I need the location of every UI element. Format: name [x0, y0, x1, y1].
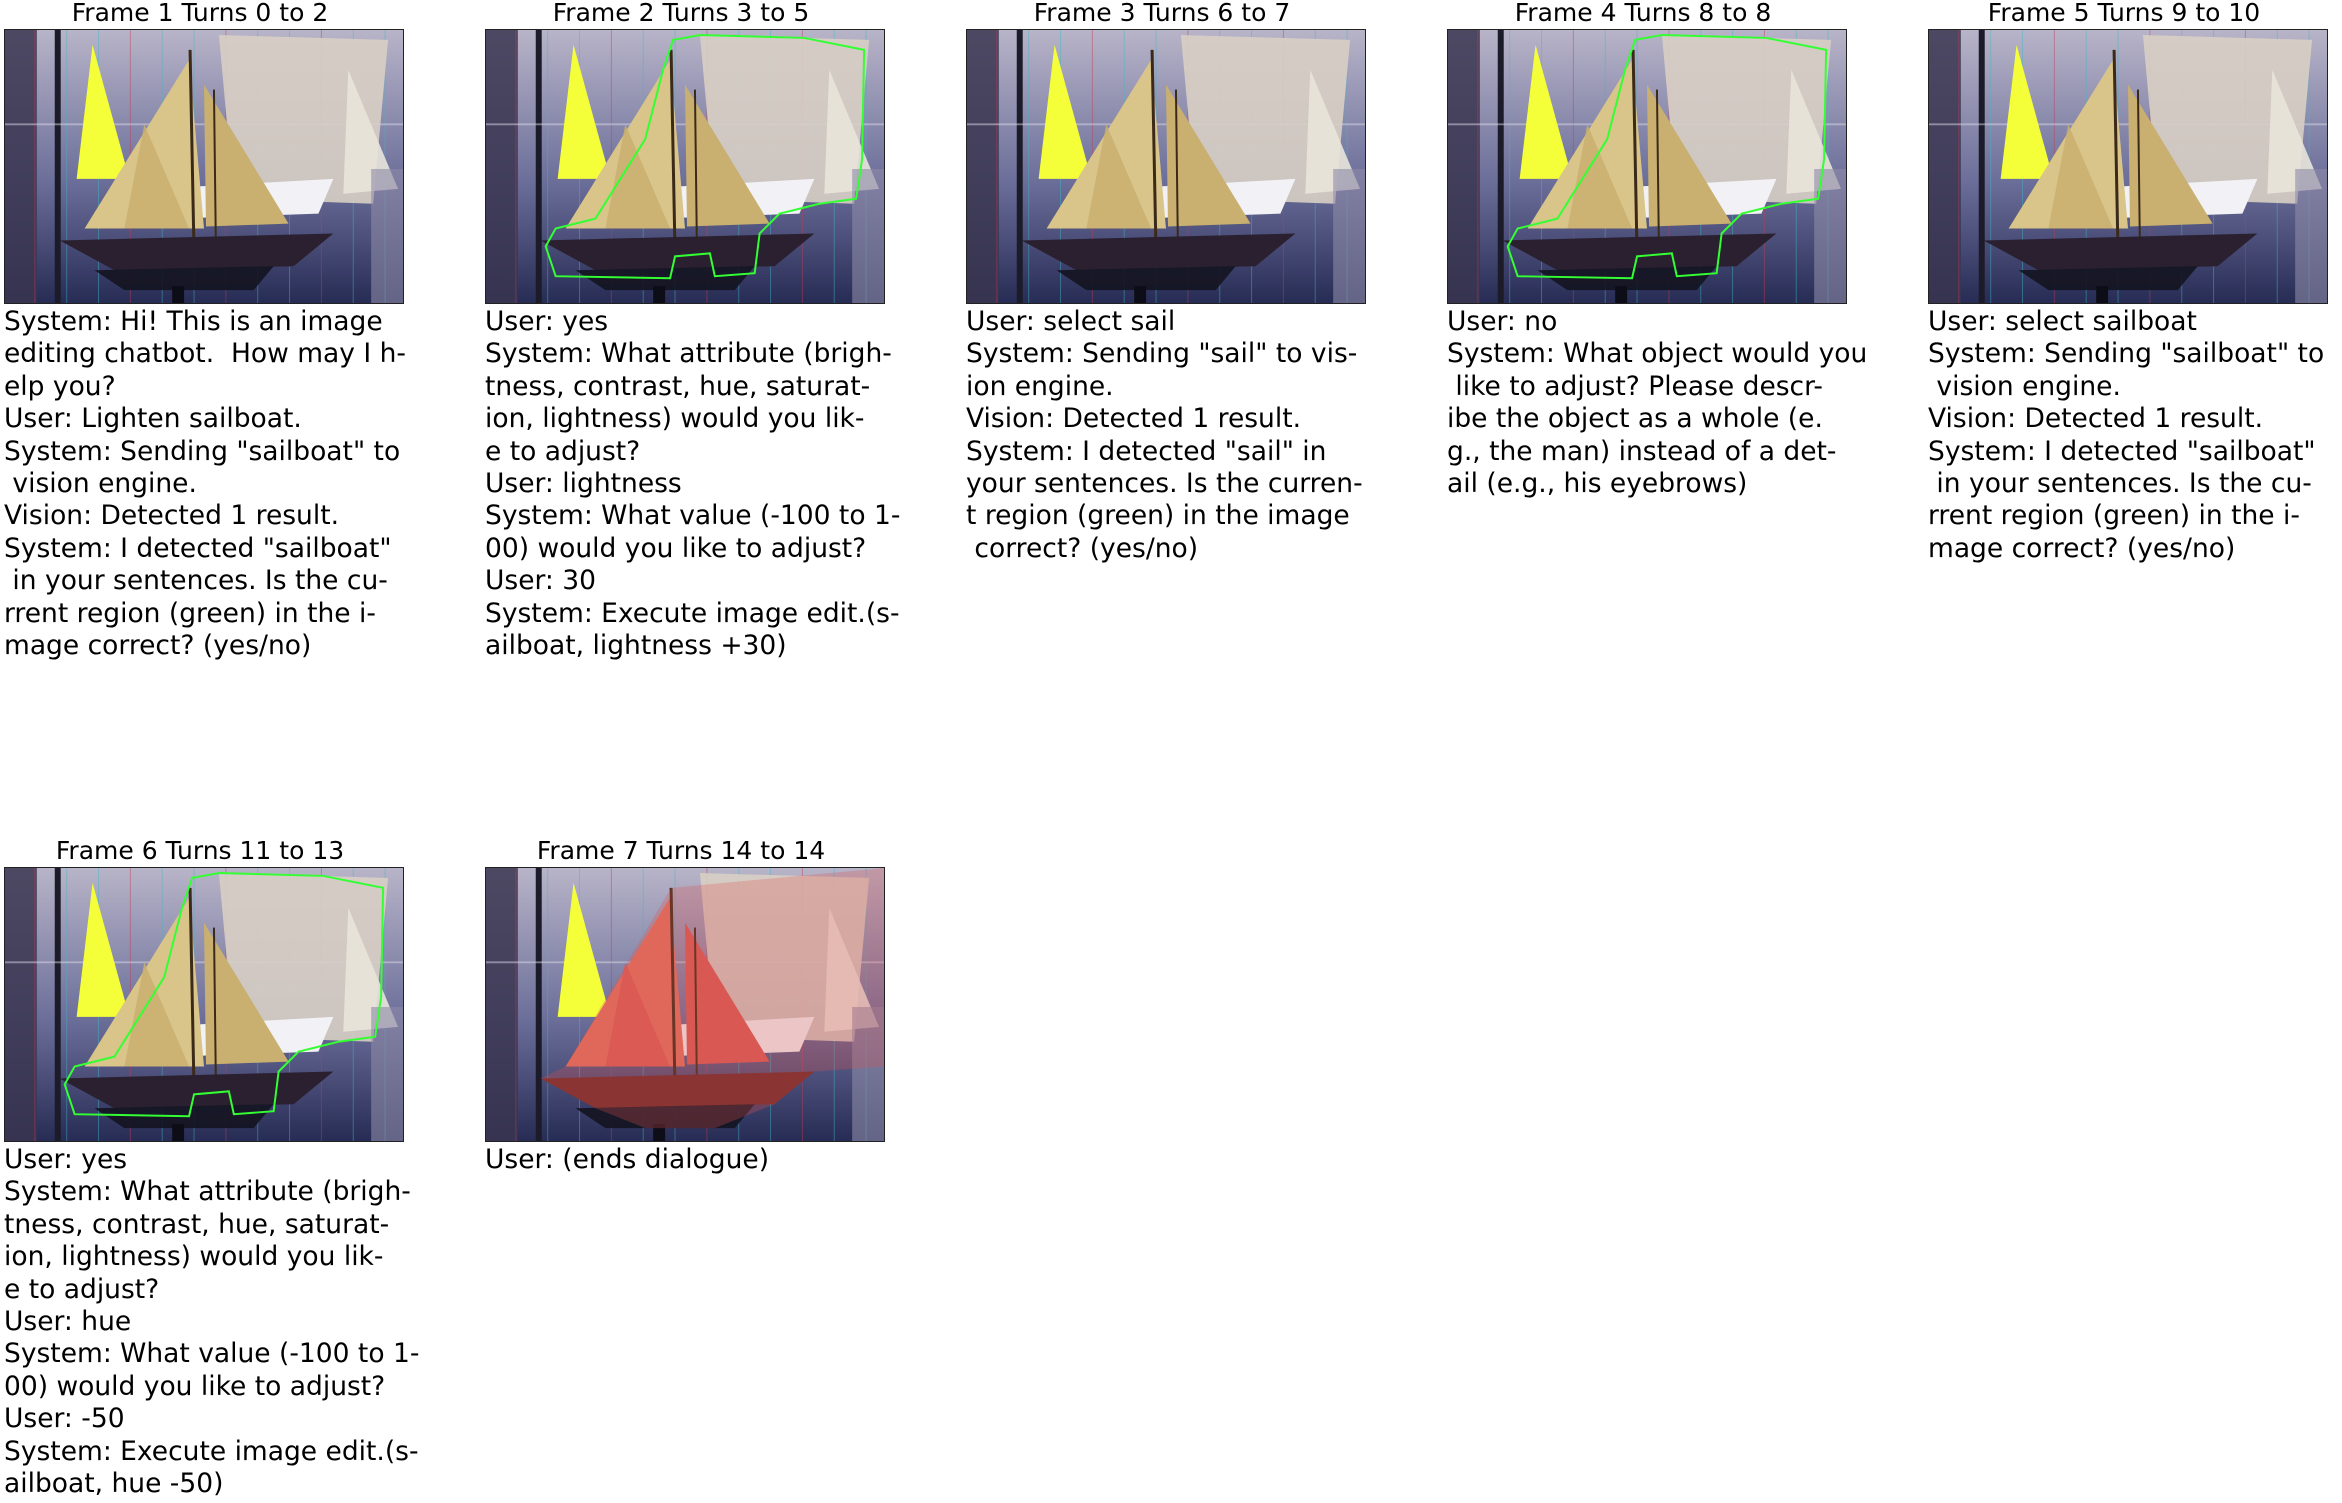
dialogue-line: ailboat, lightness +30) [485, 630, 787, 662]
dialogue-text: User: no System: What object would you li… [1447, 306, 1903, 500]
dialogue-line: User: no [1447, 306, 1558, 337]
dialogue-line: Vision: Detected 1 result. [4, 500, 340, 532]
dialogue-line: 00) would you like to adjust? [485, 532, 867, 564]
sailboat-image [1928, 29, 2328, 304]
dialogue-line: User: yes [4, 1144, 128, 1175]
dialogue-line: tness, contrast, hue, saturat- [485, 370, 871, 402]
dialogue-line: mage correct? (yes/no) [4, 630, 312, 662]
dialogue-line: User: hue [4, 1306, 132, 1338]
dialogue-line: rrent region (green) in the i- [4, 597, 376, 629]
dialogue-line: Vision: Detected 1 result. [1928, 403, 2264, 435]
dialogue-line: editing chatbot. How may I h- [4, 338, 406, 370]
dialogue-line: ail (e.g., his eyebrows) [1447, 468, 1748, 500]
dialogue-line: System: Sending "sailboat" to [1928, 338, 2325, 370]
dialogue-line: User: -50 [4, 1403, 125, 1435]
dialogue-line: System: Hi! This is an image [4, 306, 383, 337]
dialogue-line: in your sentences. Is the cu- [1928, 468, 2312, 500]
sailboat-scene [1929, 30, 2327, 303]
frame-title: Frame 7 Turns 14 to 14 [536, 836, 826, 865]
sailboat-image [4, 867, 404, 1142]
sailboat-image [4, 29, 404, 304]
dialogue-line: ibe the object as a whole (e. [1447, 403, 1823, 435]
dialogue-text: User: yes System: What attribute (brigh-t… [4, 1144, 460, 1500]
sailboat-scene [486, 30, 884, 303]
dialogue-line: User: lightness [485, 468, 682, 500]
dialogue-line: User: Lighten sailboat. [4, 403, 302, 435]
sailboat-scene [1448, 30, 1846, 303]
frame-1: Frame 1 Turns 0 to 2 System: Hi! This is… [0, 0, 460, 700]
dialogue-line: User: yes [485, 306, 609, 337]
dialogue-line: ailboat, hue -50) [4, 1468, 224, 1500]
sailboat-image [485, 867, 885, 1142]
frame-6: Frame 6 Turns 11 to 13 User: yes System: … [0, 838, 460, 1503]
frame-5: Frame 5 Turns 9 to 10 User: select sailb… [1924, 0, 2342, 700]
dialogue-line: User: select sail [966, 306, 1176, 337]
dialogue-line: System: What attribute (brigh- [485, 338, 892, 370]
dialogue-text: User: yes System: What attribute (brigh-t… [485, 306, 941, 662]
dialogue-line: g., the man) instead of a det- [1447, 435, 1837, 467]
dialogue-text: User: (ends dialogue) [485, 1144, 941, 1176]
dialogue-line: User: (ends dialogue) [485, 1144, 770, 1175]
dialogue-line: System: Execute image edit.(s- [485, 597, 900, 629]
dialogue-line: ion, lightness) would you lik- [485, 403, 865, 435]
sailboat-image [485, 29, 885, 304]
frame-title: Frame 1 Turns 0 to 2 [71, 0, 329, 27]
dialogue-line: rrent region (green) in the i- [1928, 500, 2300, 532]
dialogue-line: System: I detected "sail" in [966, 435, 1327, 467]
dialogue-line: System: What value (-100 to 1- [4, 1338, 420, 1370]
dialogue-line: User: select sailboat [1928, 306, 2197, 337]
dialogue-text: System: Hi! This is an image editing chat… [4, 306, 460, 662]
dialogue-line: vision engine. [1928, 370, 2121, 402]
frame-4: Frame 4 Turns 8 to 8 User: no System: Wha… [1443, 0, 1903, 700]
frame-title: Frame 2 Turns 3 to 5 [552, 0, 810, 27]
dialogue-line: System: Execute image edit.(s- [4, 1435, 419, 1467]
dialogue-line: Vision: Detected 1 result. [966, 403, 1302, 435]
dialogue-line: e to adjust? [485, 435, 641, 467]
frame-title: Frame 6 Turns 11 to 13 [55, 836, 345, 865]
dialogue-line: elp you? [4, 370, 116, 402]
dialogue-line: in your sentences. Is the cu- [4, 565, 388, 597]
sailboat-scene [967, 30, 1365, 303]
dialogue-text: User: select sailboat System: Sending "sa… [1928, 306, 2342, 565]
dialogue-line: correct? (yes/no) [966, 532, 1199, 564]
dialogue-line: your sentences. Is the curren- [966, 468, 1363, 500]
dialogue-line: vision engine. [4, 468, 197, 500]
frame-title: Frame 4 Turns 8 to 8 [1514, 0, 1772, 27]
dialogue-text: User: select sail System: Sending "sail" … [966, 306, 1422, 565]
dialogue-line: System: I detected "sailboat" [4, 532, 392, 564]
sailboat-image [1447, 29, 1847, 304]
sailboat-image [966, 29, 1366, 304]
sailboat-scene [486, 868, 884, 1141]
dialogue-line: like to adjust? Please descr- [1447, 370, 1823, 402]
sailboat-scene [5, 30, 403, 303]
frame-3: Frame 3 Turns 6 to 7 User: select sail Sy… [962, 0, 1422, 700]
dialogue-line: tness, contrast, hue, saturat- [4, 1208, 390, 1240]
dialogue-line: System: I detected "sailboat" [1928, 435, 2316, 467]
dialogue-line: System: Sending "sailboat" to [4, 435, 401, 467]
dialogue-line: ion engine. [966, 370, 1114, 402]
dialogue-line: System: What attribute (brigh- [4, 1176, 411, 1208]
dialogue-line: t region (green) in the image [966, 500, 1350, 532]
dialogue-line: 00) would you like to adjust? [4, 1370, 386, 1402]
dialogue-line: System: What object would you [1447, 338, 1868, 370]
frame-2: Frame 2 Turns 3 to 5 User: yes System: Wh… [481, 0, 941, 700]
frame-7: Frame 7 Turns 14 to 14 User: (ends dialo… [481, 838, 941, 1503]
dialogue-line: mage correct? (yes/no) [1928, 532, 2236, 564]
dialogue-line: User: 30 [485, 565, 597, 597]
sailboat-scene [5, 868, 403, 1141]
frame-title: Frame 5 Turns 9 to 10 [1987, 0, 2261, 27]
dialogue-line: ion, lightness) would you lik- [4, 1241, 384, 1273]
dialogue-line: System: What value (-100 to 1- [485, 500, 901, 532]
dialogue-line: e to adjust? [4, 1273, 160, 1305]
frame-title: Frame 3 Turns 6 to 7 [1033, 0, 1291, 27]
dialogue-line: System: Sending "sail" to vis- [966, 338, 1358, 370]
